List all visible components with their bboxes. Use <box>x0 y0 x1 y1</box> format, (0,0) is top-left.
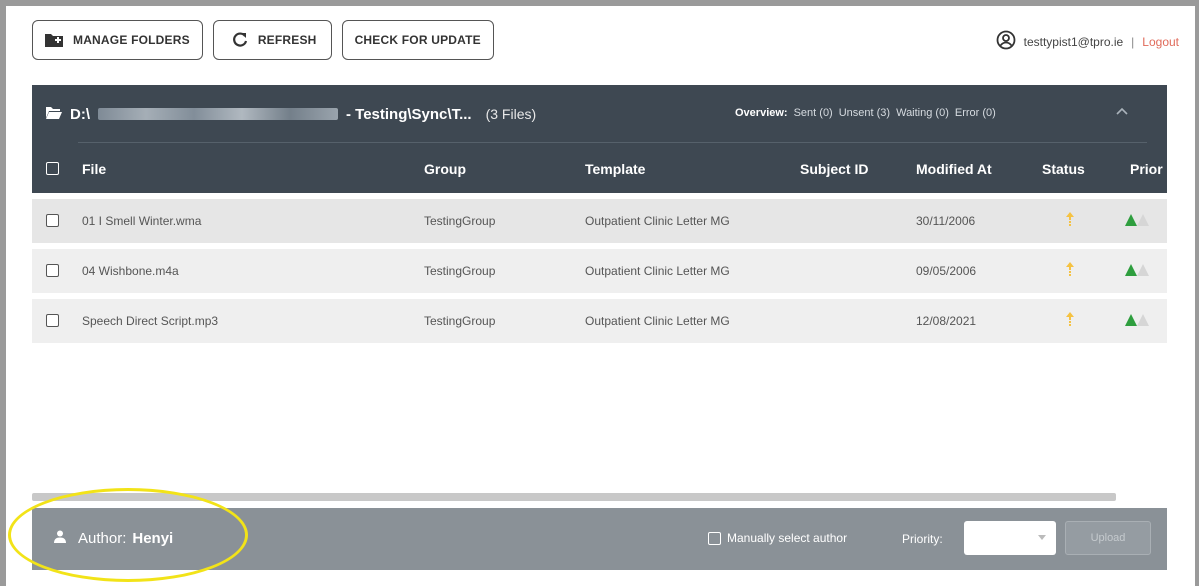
overview-sent: Sent (0) <box>793 107 833 119</box>
folder-path: D:\ - Testing\Sync\T... (3 Files) <box>46 106 536 123</box>
status-arrow-icon <box>1066 312 1074 331</box>
manual-select-checkbox[interactable] <box>708 531 721 545</box>
row-file: 01 I Smell Winter.wma <box>82 214 202 228</box>
check-update-label: CHECK FOR UPDATE <box>354 33 481 47</box>
author-name: Henyi <box>132 530 174 547</box>
upload-button[interactable]: Upload <box>1065 521 1151 555</box>
refresh-label: REFRESH <box>257 33 317 47</box>
row-group: TestingGroup <box>424 214 496 228</box>
files-panel: D:\ - Testing\Sync\T... (3 Files) Overvi… <box>32 85 1167 570</box>
priority-triangle-icon <box>1124 313 1150 330</box>
col-priority[interactable]: Prior <box>1130 161 1163 177</box>
col-group[interactable]: Group <box>424 161 466 177</box>
user-bar: testtypist1@tpro.ie | Logout <box>996 30 1179 53</box>
table-row[interactable]: 04 Wishbone.m4a TestingGroup Outpatient … <box>32 249 1167 293</box>
user-email: testtypist1@tpro.ie <box>1023 34 1124 49</box>
chevron-down-icon <box>1038 535 1046 540</box>
row-modified: 09/05/2006 <box>916 264 977 278</box>
row-checkbox[interactable] <box>46 264 59 277</box>
overview-unsent: Unsent (3) <box>838 107 891 119</box>
person-icon <box>54 530 66 547</box>
author-label: Author: <box>78 530 127 547</box>
status-arrow-icon <box>1066 262 1074 281</box>
author-display: Author: Henyi <box>54 530 173 547</box>
user-separator: | <box>1131 34 1135 49</box>
manage-folders-label: MANAGE FOLDERS <box>73 33 190 47</box>
row-checkbox[interactable] <box>46 314 59 327</box>
folder-open-icon <box>46 106 62 123</box>
refresh-icon <box>232 32 248 48</box>
row-file: 04 Wishbone.m4a <box>82 264 179 278</box>
row-modified: 30/11/2006 <box>916 214 976 228</box>
chevron-up-icon[interactable] <box>1115 103 1129 121</box>
overview-waiting: Waiting (0) <box>896 107 949 119</box>
overview-summary: Overview: Sent (0) Unsent (3) Waiting (0… <box>735 107 996 119</box>
table-row[interactable]: 01 I Smell Winter.wma TestingGroup Outpa… <box>32 199 1167 243</box>
select-all-checkbox[interactable] <box>46 162 59 175</box>
row-template: Outpatient Clinic Letter MG <box>585 214 730 228</box>
row-template: Outpatient Clinic Letter MG <box>585 314 730 328</box>
priority-label: Priority: <box>902 532 943 546</box>
column-headers: File Group Template Subject ID Modified … <box>32 143 1167 193</box>
table-row[interactable]: Speech Direct Script.mp3 TestingGroup Ou… <box>32 299 1167 343</box>
check-update-button[interactable]: CHECK FOR UPDATE <box>341 20 494 60</box>
blurred-path-segment <box>98 108 338 120</box>
refresh-button[interactable]: REFRESH <box>212 20 332 60</box>
panel-header: D:\ - Testing\Sync\T... (3 Files) Overvi… <box>32 85 1167 143</box>
priority-triangle-icon <box>1124 213 1150 230</box>
manual-select-author[interactable]: Manually select author <box>708 531 847 545</box>
row-file: Speech Direct Script.mp3 <box>82 314 219 328</box>
row-modified: 12/08/2021 <box>916 314 977 328</box>
row-group: TestingGroup <box>424 264 496 278</box>
horizontal-scrollbar[interactable] <box>32 493 1116 501</box>
overview-error: Error (0) <box>954 107 996 119</box>
row-group: TestingGroup <box>424 314 496 328</box>
priority-triangle-icon <box>1124 263 1150 280</box>
row-checkbox[interactable] <box>46 214 59 227</box>
overview-label: Overview: <box>735 107 788 119</box>
manage-folders-button[interactable]: MANAGE FOLDERS <box>32 20 203 60</box>
path-suffix: - Testing\Sync\T... <box>346 105 472 123</box>
panel-footer: Author: Henyi Manually select author Pri… <box>32 508 1167 570</box>
user-circle-icon <box>996 30 1016 53</box>
folder-plus-icon <box>45 33 63 47</box>
file-count: (3 Files) <box>485 106 537 122</box>
col-template[interactable]: Template <box>585 161 645 177</box>
manual-select-label: Manually select author <box>727 531 848 545</box>
toolbar: MANAGE FOLDERS REFRESH CHECK FOR UPDATE <box>32 20 494 60</box>
col-subject-id[interactable]: Subject ID <box>800 161 868 177</box>
row-template: Outpatient Clinic Letter MG <box>585 264 730 278</box>
col-modified-at[interactable]: Modified At <box>916 161 992 177</box>
status-arrow-icon <box>1066 212 1074 231</box>
col-status[interactable]: Status <box>1042 161 1085 177</box>
path-prefix: D:\ <box>70 105 90 123</box>
priority-select[interactable] <box>964 521 1056 555</box>
logout-link[interactable]: Logout <box>1142 35 1179 49</box>
col-file[interactable]: File <box>82 161 106 177</box>
